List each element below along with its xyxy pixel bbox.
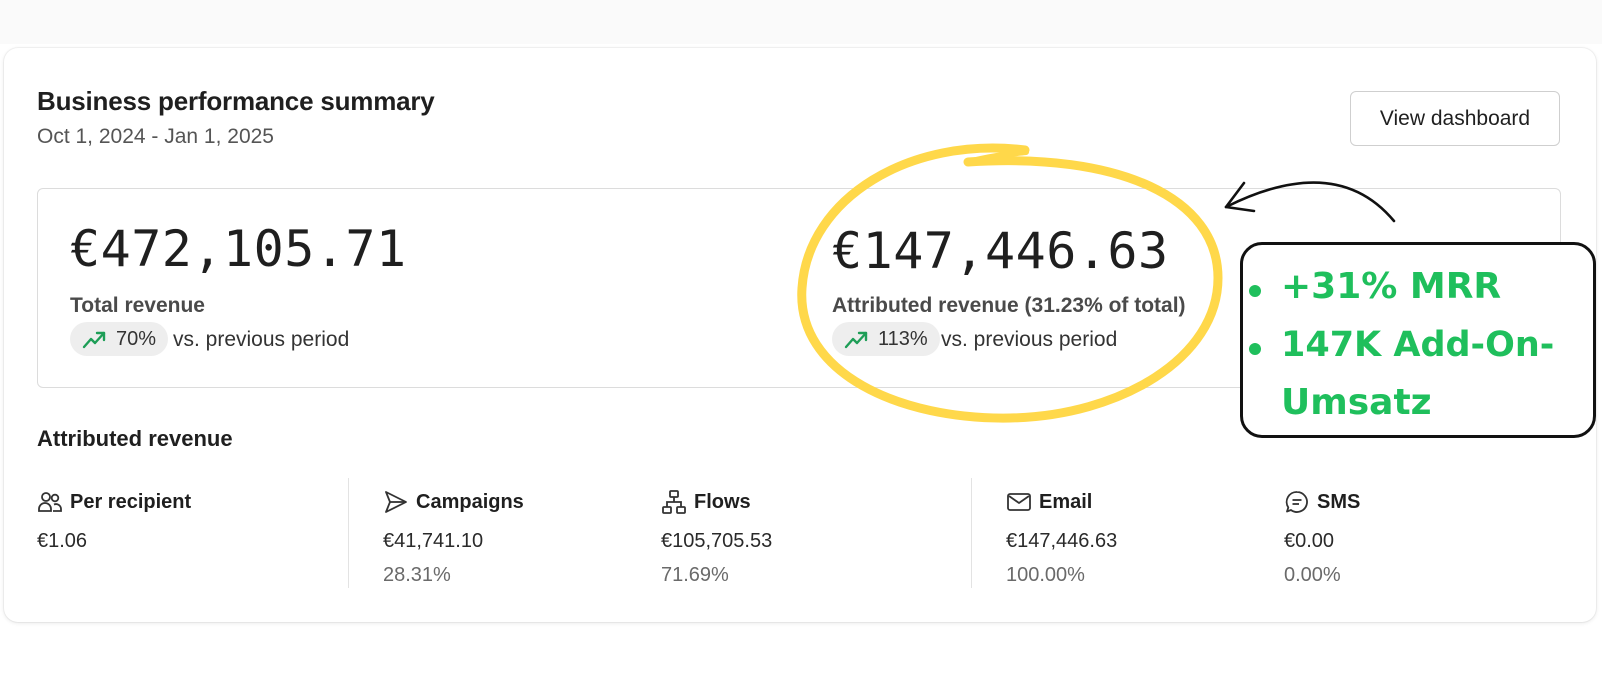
- total-revenue-comparison: vs. previous period: [173, 328, 350, 351]
- metric-sms: SMS: [1284, 489, 1360, 515]
- callout-addon-revenue: 147K Add-On-: [1281, 325, 1555, 365]
- mail-icon: [1006, 489, 1032, 515]
- attributed-revenue-section-title: Attributed revenue: [37, 426, 233, 451]
- metric-flows: Flows: [661, 489, 751, 515]
- flow-icon: [661, 489, 687, 515]
- view-dashboard-button[interactable]: View dashboard: [1350, 91, 1560, 146]
- callout-mrr: +31% MRR: [1281, 266, 1502, 307]
- callout-addon-revenue-cont: Umsatz: [1281, 382, 1432, 423]
- metric-label: Per recipient: [70, 490, 192, 513]
- metric-campaigns: Campaigns: [383, 489, 524, 515]
- bullet-dot: [1249, 343, 1261, 355]
- metric-email: Email: [1006, 489, 1092, 515]
- attributed-revenue-label: Attributed revenue (31.23% of total): [832, 294, 1186, 317]
- trending-up-icon: [844, 331, 868, 349]
- attributed-revenue-value: €147,446.63: [832, 222, 1169, 280]
- bullet-dot: [1249, 285, 1261, 297]
- metric-value: €0.00: [1284, 530, 1335, 552]
- attributed-revenue-comparison: vs. previous period: [941, 328, 1118, 351]
- metric-percentage: 0.00%: [1284, 564, 1341, 586]
- metric-per-recipient: Per recipient: [37, 489, 191, 515]
- metric-label: Campaigns: [416, 490, 524, 513]
- trending-up-icon: [82, 331, 106, 349]
- metric-value: €105,705.53: [661, 530, 773, 552]
- metric-label: Flows: [694, 490, 751, 513]
- metric-percentage: 71.69%: [661, 564, 729, 586]
- date-range: Oct 1, 2024 - Jan 1, 2025: [37, 125, 274, 148]
- metric-value: €41,741.10: [383, 530, 484, 552]
- people-icon: [37, 489, 63, 515]
- metric-divider: [348, 478, 349, 588]
- callout-box: +31% MRR 147K Add-On- Umsatz: [1240, 242, 1596, 438]
- metric-label: SMS: [1317, 490, 1361, 513]
- attributed-revenue-change: 113%: [878, 327, 928, 350]
- metric-percentage: 28.31%: [383, 564, 451, 586]
- page-title: Business performance summary: [37, 86, 435, 116]
- metric-divider: [971, 478, 972, 588]
- metric-label: Email: [1039, 490, 1093, 513]
- total-revenue-value: €472,105.71: [70, 220, 407, 278]
- total-revenue-change: 70%: [116, 327, 157, 350]
- send-icon: [383, 489, 409, 515]
- attributed-revenue-change-badge: 113%: [832, 322, 940, 356]
- chat-icon: [1284, 489, 1310, 515]
- metric-percentage: 100.00%: [1006, 564, 1085, 586]
- top-background: [0, 0, 1602, 44]
- metric-value: €1.06: [37, 530, 88, 552]
- total-revenue-label: Total revenue: [70, 294, 205, 317]
- total-revenue-change-badge: 70%: [70, 322, 169, 356]
- metric-value: €147,446.63: [1006, 530, 1118, 552]
